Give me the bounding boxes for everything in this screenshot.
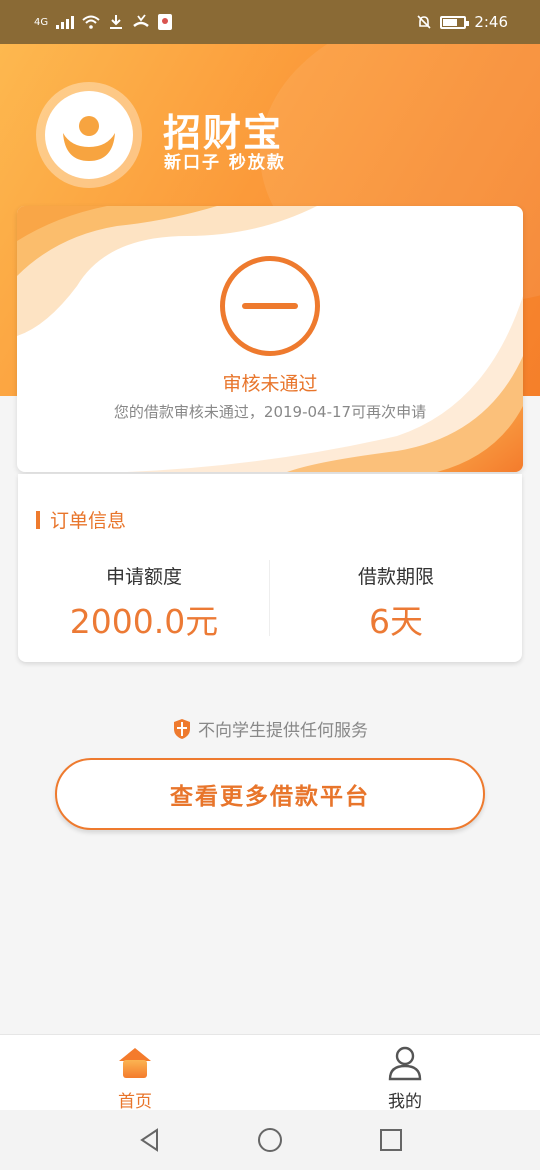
back-icon[interactable] [137, 1127, 163, 1153]
signal-icon [56, 15, 75, 29]
student-notice: 不向学生提供任何服务 [0, 716, 540, 741]
user-icon [388, 1046, 422, 1081]
home-nav-icon[interactable] [257, 1127, 283, 1153]
system-nav-bar [0, 1110, 540, 1170]
missed-call-icon [133, 14, 149, 27]
order-info-card: 订单信息 申请额度 2000.0元 借款期限 6天 [18, 474, 522, 662]
review-status-card: 审核未通过 您的借款审核未通过，2019-04-17可再次申请 [17, 206, 523, 472]
rejected-icon [220, 256, 320, 356]
tab-home-label: 首页 [118, 1092, 152, 1112]
wifi-icon [82, 15, 100, 29]
review-status-title: 审核未通过 [222, 373, 318, 395]
review-status-description: 您的借款审核未通过，2019-04-17可再次申请 [113, 403, 427, 421]
mute-icon [417, 15, 431, 29]
loan-term: 借款期限 6天 [270, 562, 522, 643]
order-section-title: 订单信息 [50, 510, 127, 532]
home-icon [119, 1048, 151, 1078]
tab-mine-label: 我的 [388, 1092, 422, 1112]
bottom-tab-bar: 首页 我的 [0, 1034, 540, 1112]
app-notification-icon [158, 14, 173, 30]
download-icon [110, 15, 123, 29]
app-logo [36, 82, 142, 188]
tab-mine[interactable]: 我的 [355, 1045, 455, 1112]
shield-icon [174, 718, 190, 739]
clock: 2:46 [474, 13, 508, 31]
status-bar: 4G 2:46 [0, 0, 540, 44]
notice-text: 不向学生提供任何服务 [198, 721, 368, 741]
loan-amount-value: 2000.0元 [69, 602, 219, 641]
brand-slogan: 新口子 秒放款 [164, 153, 286, 173]
loan-amount: 申请额度 2000.0元 [18, 562, 270, 643]
section-marker [36, 510, 40, 529]
tab-home[interactable]: 首页 [85, 1045, 185, 1112]
more-platforms-button[interactable]: 查看更多借款平台 [55, 758, 485, 830]
recents-icon[interactable] [378, 1127, 404, 1153]
battery-icon [440, 15, 470, 29]
order-section-header: 订单信息 [36, 506, 126, 533]
loan-amount-label: 申请额度 [105, 566, 182, 588]
loan-term-value: 6天 [369, 602, 423, 641]
loan-term-label: 借款期限 [357, 566, 434, 588]
network-type: 4G [34, 16, 49, 28]
